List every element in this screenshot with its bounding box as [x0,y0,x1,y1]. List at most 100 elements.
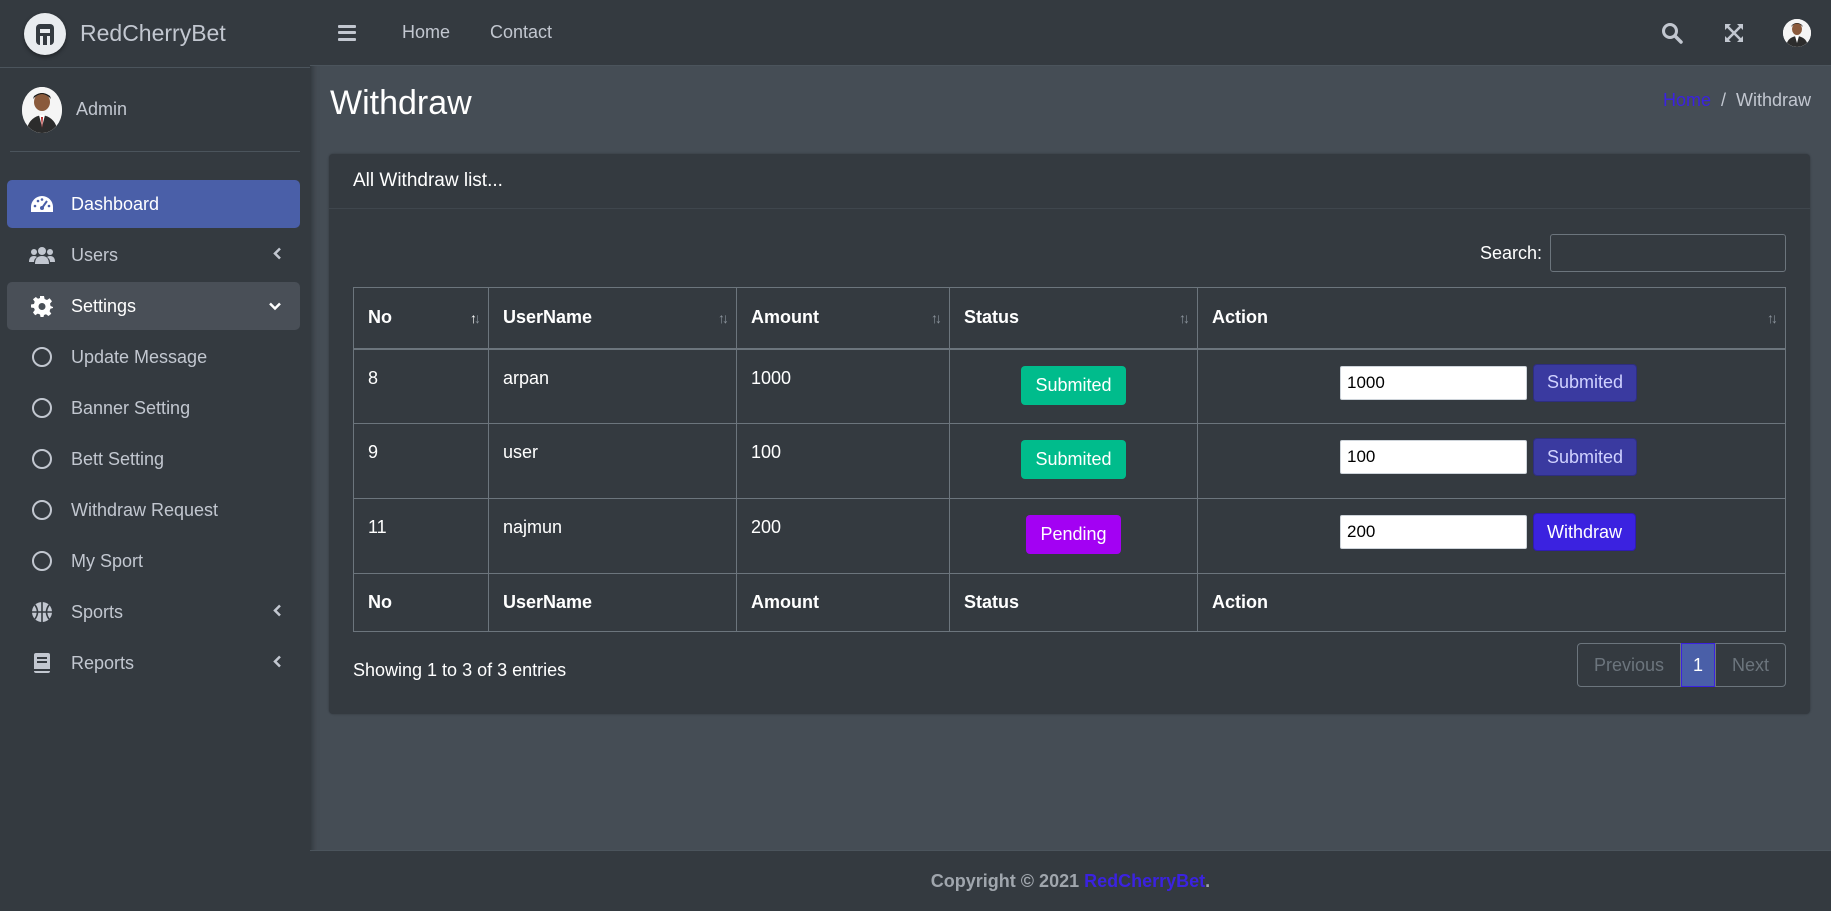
table-row: 9 user 100 Submited Submited [353,423,1786,499]
circle-icon [32,347,52,367]
status-badge: Submited [1021,365,1126,405]
user-avatar-icon[interactable] [1783,19,1811,47]
column-header-no[interactable]: No ↑↓ [353,287,489,350]
cell-action: Submited [1197,423,1786,499]
pagination-page-1[interactable]: 1 [1680,643,1715,687]
column-header-action[interactable]: Action ↑↓ [1197,287,1786,350]
sidebar-item-users[interactable]: Users [7,231,300,279]
cell-action: Submited [1197,348,1786,424]
amount-input[interactable] [1340,365,1527,400]
user-name: Admin [76,99,128,119]
footer-suffix: . [1205,870,1211,891]
sidebar-item-label: My Sport [71,550,144,571]
sort-icon: ↑↓ [931,309,942,326]
column-header-amount[interactable]: Amount ↑↓ [736,287,950,350]
sidebar-item-withdraw-request[interactable]: Withdraw Request [7,486,300,534]
breadcrumb: Home / Withdraw [1663,90,1811,111]
book-icon [29,652,55,674]
withdraw-button[interactable]: Withdraw [1533,513,1637,551]
column-footer-username: UserName [488,573,737,632]
submitted-button[interactable]: Submited [1533,363,1638,402]
cell-username: user [488,423,737,499]
pagination: Previous 1 Next [1576,643,1786,687]
status-badge: Pending [1026,515,1121,554]
cell-no: 9 [353,423,489,499]
amount-input[interactable] [1340,515,1527,549]
breadcrumb-current: Withdraw [1735,90,1811,110]
status-badge: Submited [1021,440,1126,479]
cell-username: najmun [488,498,737,574]
column-header-username[interactable]: UserName ↑↓ [488,287,737,350]
sidebar-item-label: Users [71,244,119,265]
footer-brand-link[interactable]: RedCherryBet [1084,871,1205,892]
sidebar-item-reports[interactable]: Reports [7,639,300,687]
cell-action: Withdraw [1197,498,1786,574]
menu-toggle-icon[interactable] [338,24,356,41]
sidebar: RedCherryBet Admin Dashboard Users Setti… [0,0,310,911]
sidebar-item-label: Withdraw Request [71,499,219,520]
page-title: Withdraw [330,84,472,122]
column-header-status[interactable]: Status ↑↓ [949,287,1198,350]
card-title: All Withdraw list... [329,154,1810,209]
withdraw-card: All Withdraw list... Search: No ↑↓ UserNa… [329,154,1810,714]
settings-submenu: Update Message Banner Setting Bett Setti… [7,333,300,585]
brand-name: RedCherryBet [80,20,226,46]
pagination-previous[interactable]: Previous [1576,643,1681,687]
top-navbar: Home Contact [310,0,1831,66]
circle-icon [32,551,52,571]
sidebar-item-label: Update Message [71,346,208,367]
search-label: Search: [1479,242,1542,263]
sidebar-item-banner-setting[interactable]: Banner Setting [7,384,300,432]
sidebar-item-bett-setting[interactable]: Bett Setting [7,435,300,483]
table-footer-row: No UserName Amount Status Action [353,573,1786,632]
sidebar-item-update-message[interactable]: Update Message [7,333,300,381]
amount-input[interactable] [1340,440,1527,474]
sidebar-item-label: Settings [71,295,137,316]
table-row: 11 najmun 200 Pending Withdraw [353,498,1786,574]
nav-contact-link[interactable]: Contact [490,22,552,43]
brand-link[interactable]: RedCherryBet [0,0,310,68]
cell-no: 11 [353,498,489,574]
search-input[interactable] [1550,234,1786,272]
sidebar-nav: Dashboard Users Settings Update Message [0,152,310,687]
chevron-left-icon [272,245,282,266]
sidebar-item-sports[interactable]: Sports [7,588,300,636]
cell-no: 8 [353,348,489,424]
sidebar-item-settings[interactable]: Settings [7,282,300,330]
column-footer-status: Status [949,573,1198,632]
sidebar-item-label: Banner Setting [71,397,191,418]
circle-icon [32,398,52,418]
dashboard-icon [29,193,55,215]
breadcrumb-separator: / [1720,90,1726,110]
submitted-button[interactable]: Submited [1533,438,1638,476]
copyright-text: Copyright © 2021 [930,870,1080,891]
page-footer: Copyright © 2021 RedCherryBet. [310,850,1831,911]
column-footer-amount: Amount [736,573,950,632]
user-avatar [22,86,62,133]
circle-icon [32,500,52,520]
sort-asc-icon: ↑↓ [470,309,481,326]
search-icon[interactable] [1659,20,1685,46]
nav-home-link[interactable]: Home [402,22,450,43]
breadcrumb-home-link[interactable]: Home [1663,90,1711,110]
sort-icon: ↑↓ [1179,309,1190,326]
cell-status: Pending [949,498,1198,574]
table-header-row: No ↑↓ UserName ↑↓ Amount ↑↓ Status ↑↓ Action… [353,287,1786,350]
withdraw-table: No ↑↓ UserName ↑↓ Amount ↑↓ Status ↑↓ Action… [353,287,1786,632]
cell-amount: 200 [736,498,950,574]
sidebar-item-my-sport[interactable]: My Sport [7,537,300,585]
fullscreen-icon[interactable] [1721,20,1747,46]
sidebar-item-label: Dashboard [71,193,160,214]
column-footer-action: Action [1197,573,1786,632]
sidebar-item-label: Reports [71,652,135,673]
user-panel[interactable]: Admin [10,68,300,152]
cell-status: Submited [949,348,1198,424]
sidebar-item-dashboard[interactable]: Dashboard [7,180,300,228]
table-info: Showing 1 to 3 of 3 entries [353,660,567,680]
sort-icon: ↑↓ [1767,309,1778,326]
cell-amount: 100 [736,423,950,499]
chevron-left-icon [272,653,282,674]
gear-icon [29,295,55,317]
cell-status: Submited [949,423,1198,499]
pagination-next[interactable]: Next [1714,643,1786,687]
